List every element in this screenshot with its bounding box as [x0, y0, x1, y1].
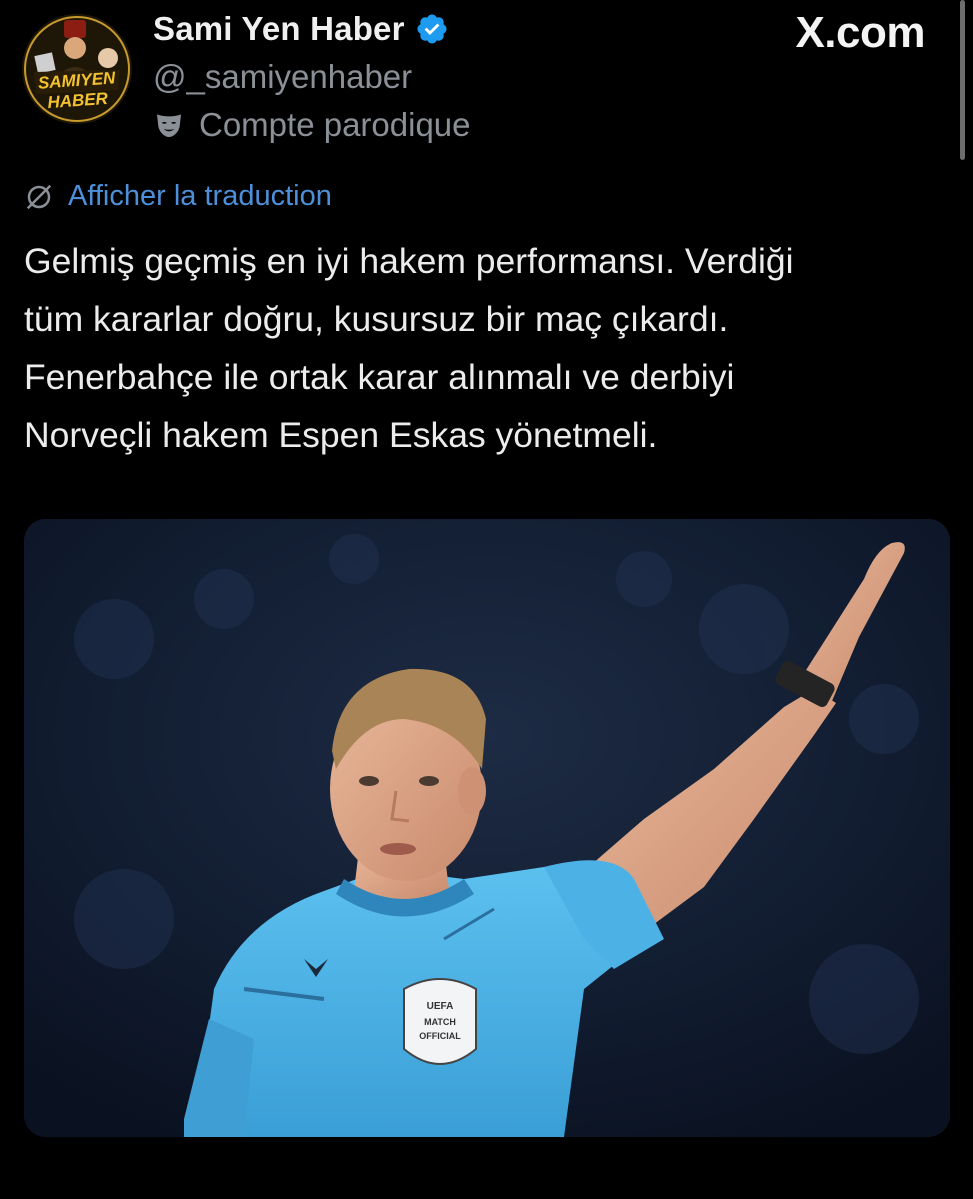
avatar-image: SAMIYEN HABER — [22, 14, 132, 124]
verified-badge-icon — [415, 12, 449, 46]
avatar[interactable]: SAMIYEN HABER — [22, 14, 132, 124]
badge-line2: MATCH — [424, 1017, 456, 1027]
translate-globe-icon — [24, 182, 54, 212]
referee-photo: UEFA MATCH OFFICIAL — [24, 519, 950, 1137]
scrollbar[interactable] — [960, 0, 965, 160]
show-translation-link[interactable]: Afficher la traduction — [68, 180, 332, 213]
parody-label: Compte parodique — [199, 106, 471, 143]
tweet-text: Gelmiş geçmiş en iyi hakem performansı. … — [24, 241, 794, 455]
badge-line1: UEFA — [427, 1001, 454, 1012]
parody-mask-icon — [153, 109, 185, 141]
tweet-media-image[interactable]: UEFA MATCH OFFICIAL — [24, 519, 950, 1137]
parody-label-row: Compte parodique — [153, 106, 471, 144]
display-name[interactable]: Sami Yen Haber — [153, 10, 405, 48]
badge-line3: OFFICIAL — [419, 1031, 461, 1041]
translate-row[interactable]: Afficher la traduction — [24, 180, 332, 213]
tweet-card: SAMIYEN HABER Sami Yen Haber @_samiyenha… — [0, 0, 973, 1199]
source-logo: X.com — [795, 8, 925, 57]
uefa-badge: UEFA MATCH OFFICIAL — [403, 978, 477, 1065]
author-handle[interactable]: @_samiyenhaber — [153, 58, 412, 96]
author-name-row: Sami Yen Haber — [153, 10, 449, 48]
